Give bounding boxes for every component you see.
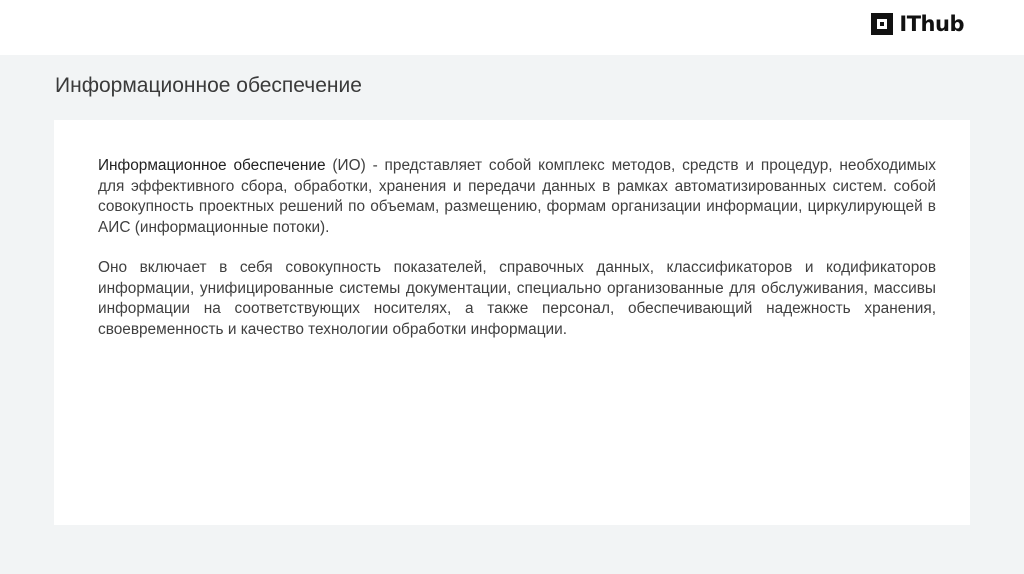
ithub-logo: IThub bbox=[871, 12, 964, 36]
slide-title: Информационное обеспечение bbox=[55, 74, 362, 97]
ithub-square-logo-icon bbox=[871, 13, 894, 35]
logo-text: IThub bbox=[899, 12, 964, 36]
paragraph-composition: Оно включает в себя совокупность показат… bbox=[98, 259, 936, 338]
paragraph-definition: Информационное обеспечение (ИО) - предст… bbox=[98, 156, 936, 238]
content-card: Информационное обеспечение (ИО) - предст… bbox=[54, 120, 970, 525]
defined-term: Информационное обеспечение bbox=[98, 157, 326, 174]
slide-body: Информационное обеспечение (ИО) - предст… bbox=[98, 156, 936, 360]
top-bar: IThub bbox=[0, 0, 1024, 55]
